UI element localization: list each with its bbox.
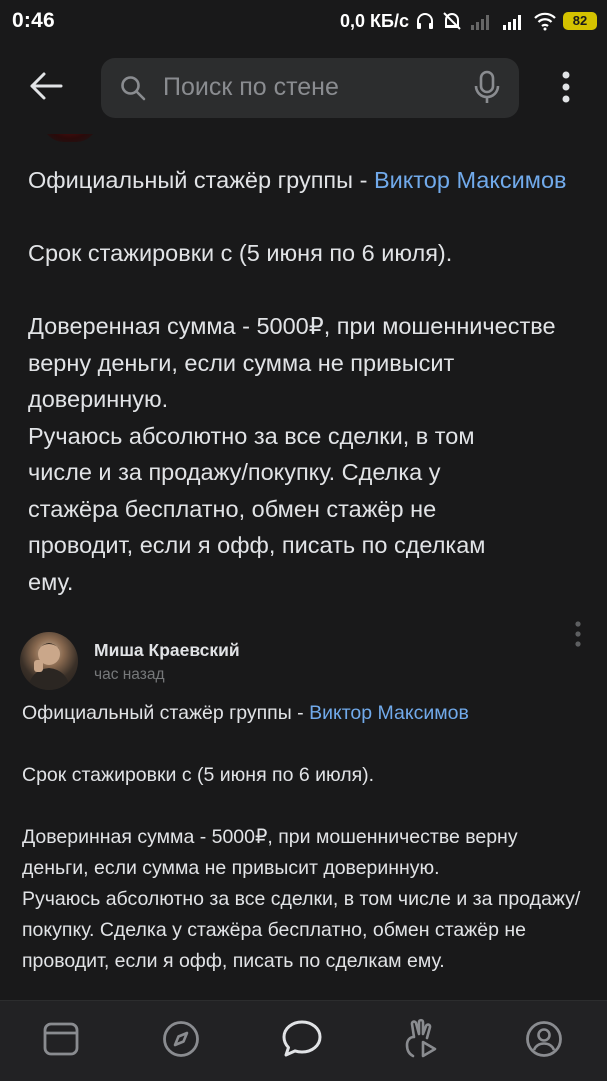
microphone-icon[interactable] (469, 70, 505, 106)
network-speed: 0,0 КБ/с (340, 10, 409, 31)
status-time: 0:46 (12, 9, 55, 32)
nav-discover-button[interactable] (159, 1019, 203, 1063)
post-text: Официальный стажёр группы - Виктор Макси… (28, 162, 588, 600)
signal-sim1-icon (469, 11, 495, 31)
post-vouch: Ручаюсь абсолютно за все сделки, в том ч… (22, 888, 581, 972)
discover-compass-icon (161, 1019, 201, 1064)
post-intro-text: Официальный стажёр группы - (28, 167, 374, 193)
post-trust-amount: Доверенная сумма - 5000₽, при мошенничес… (28, 313, 556, 412)
profile-icon (524, 1019, 564, 1064)
status-bar: 0:46 0,0 КБ/с 82 (0, 0, 607, 44)
post-timestamp: час назад (94, 666, 165, 683)
post-intro: Официальный стажёр группы - Виктор Макси… (22, 698, 592, 729)
battery-icon: 82 (563, 12, 597, 30)
nav-messages-button[interactable] (280, 1019, 324, 1063)
more-vertical-icon (574, 620, 582, 653)
search-icon (119, 74, 147, 102)
nav-profile-button[interactable] (522, 1019, 566, 1063)
post-vouch: Ручаюсь абсолютно за все сделки, в том ч… (28, 422, 486, 595)
post-intro: Официальный стажёр группы - Виктор Макси… (28, 162, 588, 199)
post-menu-button[interactable] (568, 618, 588, 654)
intern-profile-link[interactable]: Виктор Максимов (309, 702, 469, 724)
search-placeholder: Поиск по стене (163, 73, 339, 101)
bottom-navigation (0, 1000, 607, 1081)
nav-news-button[interactable] (39, 1019, 83, 1063)
wall-search-input[interactable]: Поиск по стене (101, 58, 519, 118)
more-options-button[interactable] (548, 66, 584, 112)
avatar[interactable] (20, 632, 78, 690)
back-button[interactable] (20, 62, 72, 114)
signal-sim2-icon (501, 11, 527, 31)
wall-feed[interactable]: Официальный стажёр группы - Виктор Макси… (0, 134, 607, 1000)
arrow-left-icon (29, 71, 63, 106)
battery-level: 82 (572, 13, 588, 28)
messages-icon (280, 1018, 324, 1065)
avatar[interactable] (42, 134, 98, 142)
post-period: Срок стажировки с (5 июня по 6 июля). (22, 764, 375, 786)
wifi-icon (533, 11, 557, 31)
app-header: Поиск по стене (0, 44, 607, 134)
bell-muted-icon (441, 10, 463, 32)
post-period: Срок стажировки с (5 июня по 6 июля). (28, 240, 453, 266)
status-icons: 0,0 КБ/с 82 (340, 8, 597, 34)
headphones-icon (415, 11, 435, 31)
news-feed-icon (42, 1020, 80, 1063)
nav-clips-button[interactable] (401, 1018, 445, 1065)
post-trust-amount: Доверинная сумма - 5000₽, при мошенничес… (22, 826, 518, 879)
post-author[interactable]: Миша Краевский (94, 640, 240, 661)
post-intro-text: Официальный стажёр группы - (22, 702, 310, 724)
post-text: Официальный стажёр группы - Виктор Макси… (22, 698, 592, 977)
intern-profile-link[interactable]: Виктор Максимов (374, 167, 567, 193)
clips-icon (403, 1018, 443, 1065)
more-vertical-icon (561, 70, 571, 109)
